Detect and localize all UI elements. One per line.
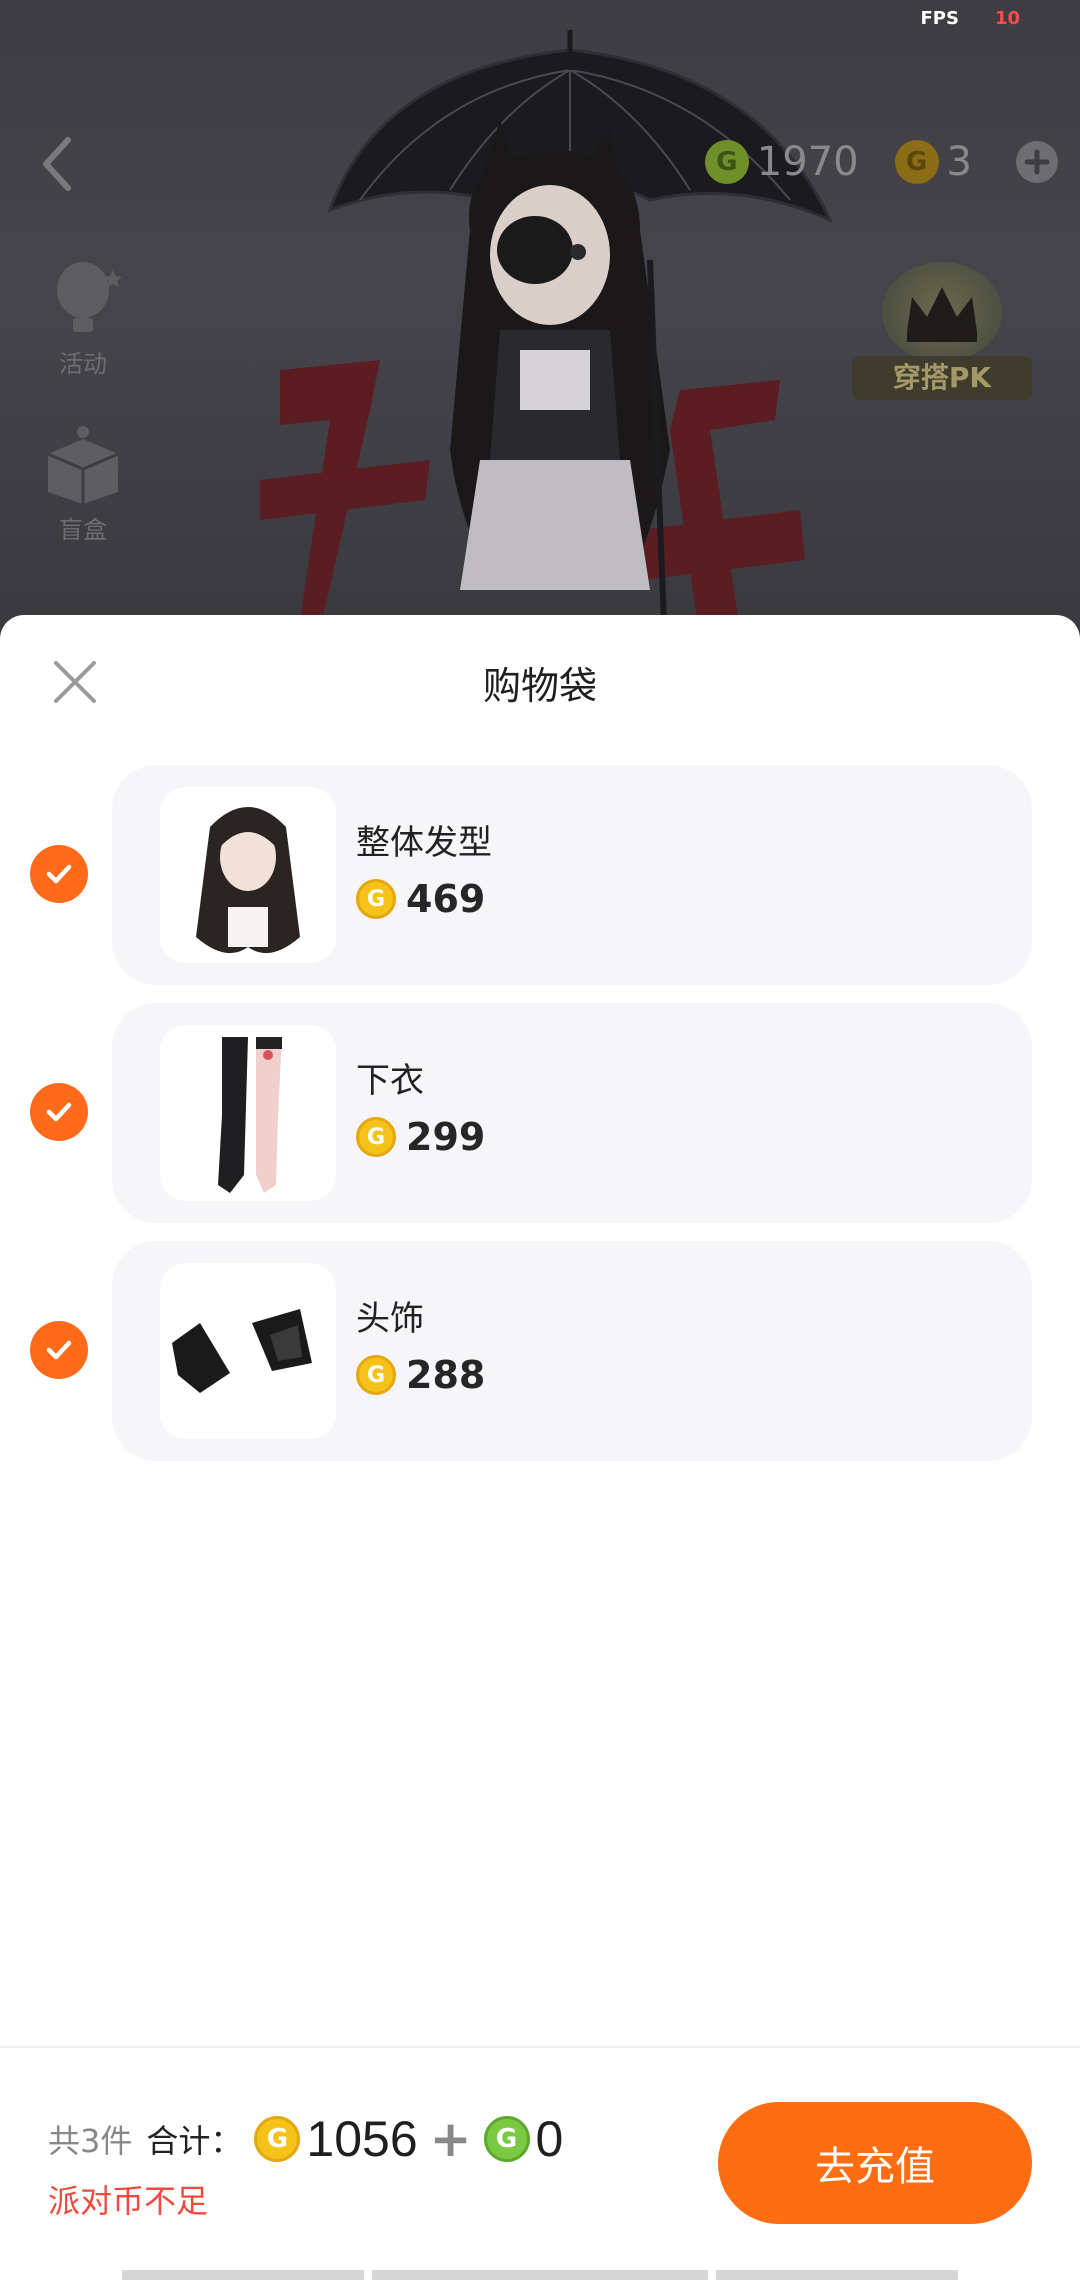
- checkmark-icon: [46, 1102, 72, 1122]
- bottom-tab-indicator: [372, 2270, 708, 2280]
- side-entry-activity-label: 活动: [59, 350, 107, 378]
- total-line: 共3件 合计： G 1056 + G 0: [48, 2110, 563, 2168]
- item-price-value: 288: [406, 1353, 486, 1397]
- insufficient-balance-warning: 派对币不足: [48, 2182, 209, 2220]
- fps-indicator: FPS 10: [920, 8, 1020, 29]
- cart-item: 整体发型 G 469: [0, 765, 1080, 985]
- green-total: 0: [535, 2111, 564, 2167]
- bottom-tab-indicator: [122, 2270, 364, 2280]
- item-name: 下衣: [356, 1061, 424, 1101]
- footer-divider: [0, 2046, 1080, 2048]
- plus-circle-icon: [1024, 149, 1050, 175]
- back-button[interactable]: [36, 134, 76, 194]
- item-checkbox[interactable]: [30, 845, 88, 903]
- green-currency: G 1970: [704, 139, 859, 185]
- fps-label: FPS: [920, 8, 959, 29]
- cat-ears-thumbnail: [160, 1263, 336, 1439]
- green-coin-icon: G: [704, 140, 749, 184]
- item-card[interactable]: 整体发型 G 469: [112, 765, 1032, 985]
- hot-air-balloon-icon: [57, 262, 122, 332]
- item-price: G 288: [356, 1353, 485, 1397]
- checkmark-icon: [46, 864, 72, 884]
- stockings-thumbnail: [160, 1025, 336, 1201]
- avatar-scene: FPS 10 G 1970 G 3 活动 盲盒 穿搭PK: [0, 0, 1080, 640]
- recharge-button[interactable]: 去充值: [718, 2102, 1032, 2224]
- item-price: G 469: [356, 877, 485, 921]
- item-price-value: 469: [406, 877, 486, 921]
- gold-currency-value: 3: [946, 139, 972, 185]
- gold-coin-icon: G: [254, 2116, 301, 2162]
- item-count: 共3件: [48, 2122, 133, 2160]
- outfit-pk-button[interactable]: 穿搭PK: [852, 262, 1032, 412]
- hairstyle-thumbnail: [160, 787, 336, 963]
- item-price: G 299: [356, 1115, 485, 1159]
- gold-total: 1056: [306, 2111, 418, 2167]
- bottom-tab-indicator: [716, 2270, 958, 2280]
- sheet-title: 购物袋: [482, 664, 597, 708]
- gold-coin-icon: G: [356, 1117, 396, 1157]
- blind-box-icon: [47, 426, 119, 504]
- add-currency-button[interactable]: [1016, 141, 1058, 183]
- item-card[interactable]: 头饰 G 288: [112, 1241, 1032, 1461]
- item-checkbox[interactable]: [30, 1083, 88, 1141]
- order-summary: 共3件 合计： G 1056 + G 0 派对币不足: [48, 2110, 563, 2222]
- item-price-value: 299: [406, 1115, 486, 1159]
- currency-bar: G 1970 G 3: [704, 134, 1058, 190]
- item-checkbox[interactable]: [30, 1321, 88, 1379]
- cart-item: 头饰 G 288: [0, 1241, 1080, 1461]
- gold-coin-icon: G: [356, 1355, 396, 1395]
- gold-coin-icon: G: [356, 879, 396, 919]
- chevron-left-icon: [43, 137, 71, 191]
- total-label: 合计：: [146, 2122, 243, 2160]
- avatar-character: [320, 30, 840, 640]
- item-name: 头饰: [356, 1299, 424, 1339]
- outfit-pk-label: 穿搭PK: [852, 356, 1032, 400]
- crown-icon: [882, 262, 1002, 362]
- plus-sign: +: [429, 2110, 472, 2168]
- item-card[interactable]: 下衣 G 299: [112, 1003, 1032, 1223]
- green-coin-icon: G: [483, 2116, 530, 2162]
- fps-value: 10: [994, 8, 1020, 29]
- side-entry-blind-box[interactable]: 盲盒: [38, 424, 128, 545]
- cart-item: 下衣 G 299: [0, 1003, 1080, 1223]
- side-entry-activity[interactable]: 活动: [38, 258, 128, 379]
- gold-currency: G 3: [894, 139, 972, 185]
- checkmark-icon: [46, 1340, 72, 1360]
- green-currency-value: 1970: [756, 139, 859, 185]
- shopping-bag-sheet: 购物袋 整体发型 G 469 下衣 G 299 头饰 G 288: [0, 615, 1080, 2280]
- item-name: 整体发型: [356, 823, 492, 863]
- side-entry-blind-box-label: 盲盒: [59, 516, 107, 544]
- gold-coin-icon: G: [894, 140, 939, 184]
